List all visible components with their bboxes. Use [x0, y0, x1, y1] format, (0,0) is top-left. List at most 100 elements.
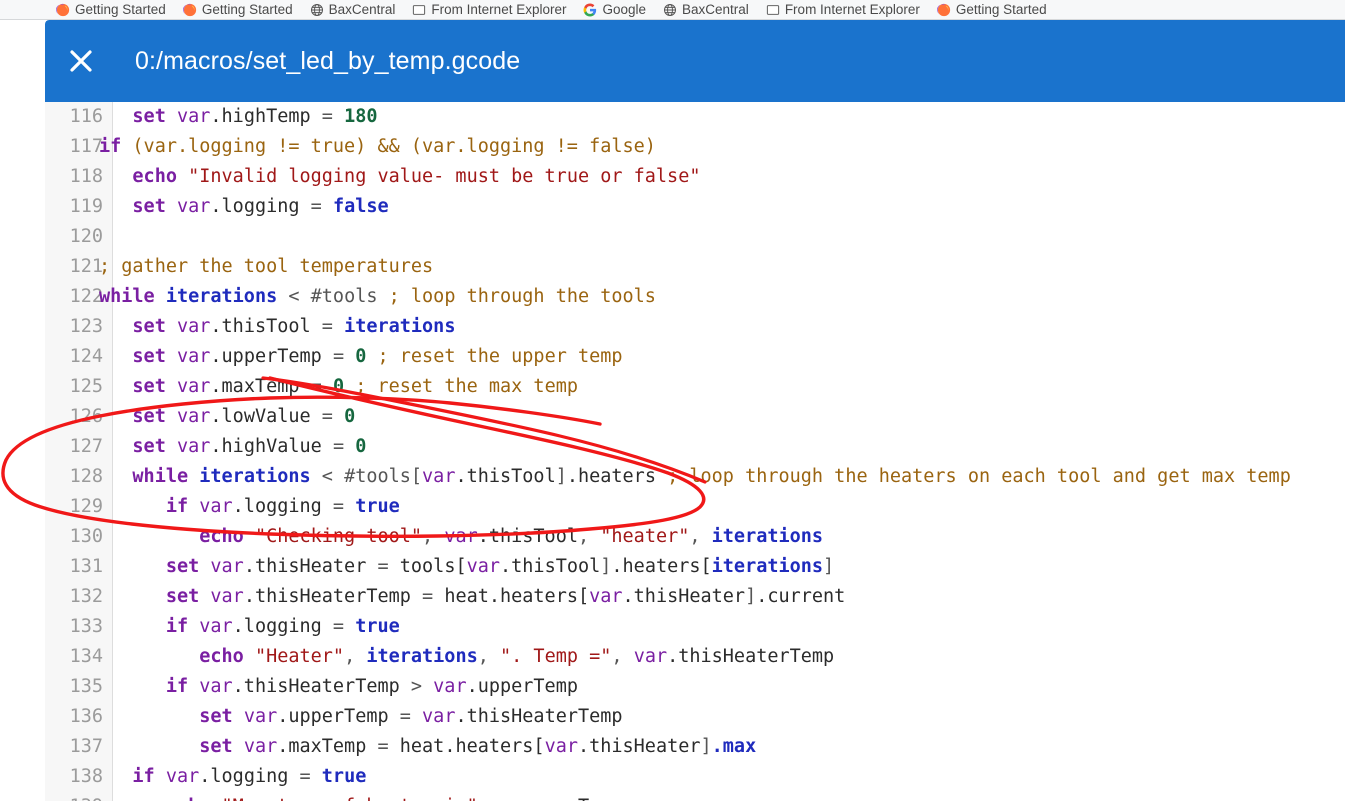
globe-icon	[664, 3, 677, 16]
code-token: .thisTool	[477, 526, 578, 547]
code-token: set	[199, 736, 233, 757]
bookmark-label: Getting Started	[75, 1, 166, 17]
code-token: set	[199, 706, 233, 727]
code-token: .thisTool	[500, 556, 601, 577]
code-token: var	[176, 106, 211, 127]
line-content: echo "Invalid logging value- must be tru…	[99, 162, 700, 192]
code-token: =	[332, 616, 345, 637]
code-line: 131 set var.thisHeater = tools[var.thisT…	[45, 552, 1345, 582]
bookmark-item[interactable]: Getting Started	[56, 3, 166, 17]
code-line: 125 set var.maxTemp = 0 ; reset the max …	[45, 372, 1345, 402]
code-token: echo	[166, 796, 211, 801]
line-number: 121	[69, 256, 103, 277]
line-number: 126	[69, 406, 103, 427]
code-token: .thisTool	[455, 466, 556, 487]
close-button[interactable]	[53, 33, 109, 89]
line-content: set var.thisHeaterTemp = heat.heaters[va…	[99, 582, 845, 612]
code-line: 118 echo "Invalid logging value- must be…	[45, 162, 1345, 192]
code-line: 121; gather the tool temperatures	[45, 252, 1345, 282]
line-number: 133	[69, 616, 103, 637]
bookmark-item[interactable]: BaxCentral	[310, 1, 396, 17]
code-token: set	[132, 436, 166, 457]
code-token: "Checking tool"	[254, 526, 423, 547]
code-token: if	[165, 616, 189, 637]
code-token: ]	[823, 556, 835, 577]
code-token: heat.heaters[	[399, 736, 545, 757]
bookmark-item[interactable]: BaxCentral	[663, 3, 749, 17]
code-token: .maxTemp	[210, 376, 300, 397]
line-number: 135	[69, 676, 103, 697]
line-number: 117	[69, 136, 103, 157]
code-token: =	[321, 406, 333, 427]
code-token: var	[422, 706, 456, 727]
code-token: var	[176, 406, 211, 427]
code-token: iterations	[344, 316, 456, 337]
code-token: var	[176, 376, 211, 397]
code-line: 124 set var.upperTemp = 0 ; reset the up…	[45, 342, 1345, 372]
code-token: ,	[689, 526, 712, 547]
code-token: .maxTemp	[277, 736, 367, 757]
bookmark-label: From Internet Explorer	[784, 1, 920, 17]
code-token: (var.logging != true) && (var.logging !=…	[132, 136, 656, 157]
bookmark-item[interactable]: Getting Started	[182, 3, 293, 17]
line-number: 124	[69, 346, 103, 367]
bookmark-label: From Internet Explorer	[431, 1, 567, 17]
code-token: 0	[355, 346, 367, 367]
code-area[interactable]: 116 set var.highTemp = 180 117 if (var.log…	[45, 102, 1345, 801]
line-number: 125	[69, 376, 103, 397]
code-line: 135 if var.thisHeaterTemp > var.upperTem…	[45, 672, 1345, 702]
line-number: 134	[69, 646, 103, 667]
code-token: var	[500, 796, 533, 801]
folder-icon	[413, 4, 426, 15]
code-token: .thisHeater	[622, 586, 746, 607]
line-content: set var.maxTemp = 0 ; reset the max temp	[99, 372, 578, 402]
code-token: iterations	[366, 646, 478, 667]
folder-icon	[766, 4, 779, 15]
code-token: 0	[355, 436, 367, 457]
code-token: var	[199, 496, 233, 517]
line-content: while iterations < #tools[var.thisTool].…	[99, 462, 1290, 492]
bookmark-item[interactable]: Getting Started	[936, 3, 1047, 17]
line-content: set var.maxTemp = heat.heaters[var.thisH…	[99, 732, 756, 762]
code-token: var	[210, 556, 244, 577]
bookmark-label: BaxCentral	[328, 1, 396, 17]
code-token: while	[132, 466, 189, 487]
code-token: var	[199, 616, 233, 637]
code-lines: 116 set var.highTemp = 180 117 if (var.log…	[45, 102, 1345, 801]
line-content: set var.logging = false	[99, 192, 388, 222]
bookmark-item[interactable]: From Internet Explorer	[766, 3, 920, 17]
code-token: var	[444, 526, 478, 547]
line-content: set var.highValue = 0	[99, 432, 366, 462]
bookmark-item[interactable]: From Internet Explorer	[412, 3, 566, 17]
code-token: set	[132, 376, 166, 397]
code-line: 133 if var.logging = true	[45, 612, 1345, 642]
bookmark-item[interactable]: Google	[583, 3, 646, 17]
code-line: 117 if (var.logging != true) && (var.logg…	[45, 132, 1345, 162]
code-token: .logging	[199, 766, 289, 787]
code-token: .thisHeater	[577, 736, 701, 757]
code-token: ]	[600, 556, 612, 577]
code-token: ,	[422, 526, 445, 547]
code-token: =	[310, 376, 322, 397]
line-number: 120	[69, 226, 103, 247]
code-token: if	[165, 496, 189, 517]
code-token: =	[332, 346, 345, 367]
